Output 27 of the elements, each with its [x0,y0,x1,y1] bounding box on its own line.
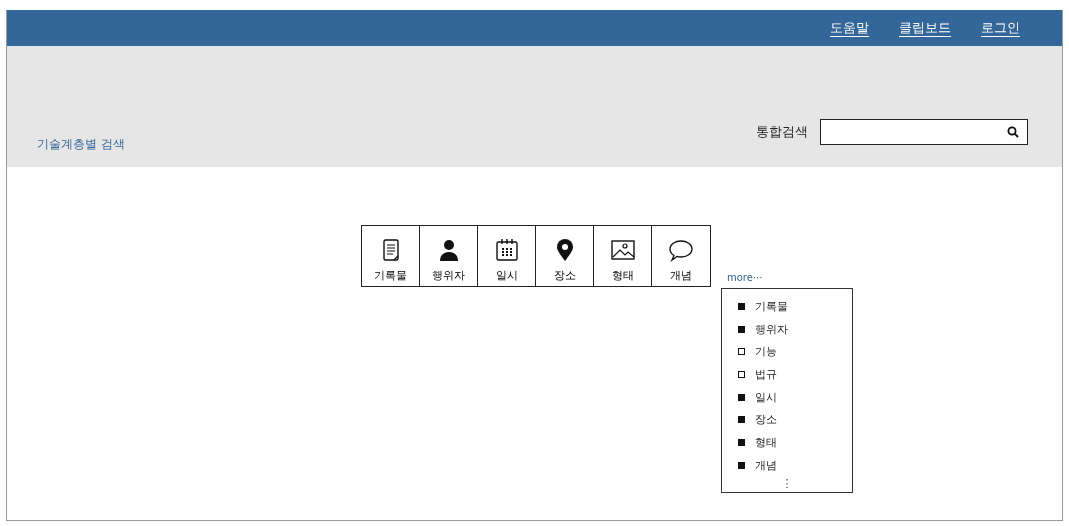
nav-link[interactable]: 클립보드 [899,19,951,37]
checkbox[interactable] [738,348,745,356]
nav-link[interactable]: 도움말 [830,19,869,37]
speech-icon [669,238,693,262]
nav-link[interactable]: 로그인 [981,19,1020,37]
calendar-icon [494,238,519,262]
checkbox[interactable] [738,325,745,333]
more-ellipsis: ⋮ [780,476,794,490]
checkbox[interactable] [738,370,745,378]
menu-item[interactable]: 기능 [722,340,852,364]
menu-item[interactable]: 장소 [722,408,852,432]
category-search-link[interactable]: 기술계층별 검색 [37,136,125,153]
search-label: 통합검색 [756,123,808,141]
menu-item[interactable]: 형태 [722,431,852,454]
menu-item[interactable]: 일시 [722,385,852,409]
checkbox[interactable] [738,461,745,469]
search-icon[interactable] [1007,126,1019,138]
checkbox[interactable] [738,416,745,424]
checkbox[interactable] [738,302,745,310]
checkbox[interactable] [738,393,745,401]
menu-item[interactable]: 법규 [722,363,852,386]
checkbox[interactable] [738,438,745,446]
menu-item[interactable]: 기록물 [722,295,852,318]
image-icon [610,238,635,262]
menu-item[interactable]: 개념 [722,453,852,477]
menu-item[interactable]: 행위자 [722,317,852,341]
search-field[interactable] [820,119,1028,145]
